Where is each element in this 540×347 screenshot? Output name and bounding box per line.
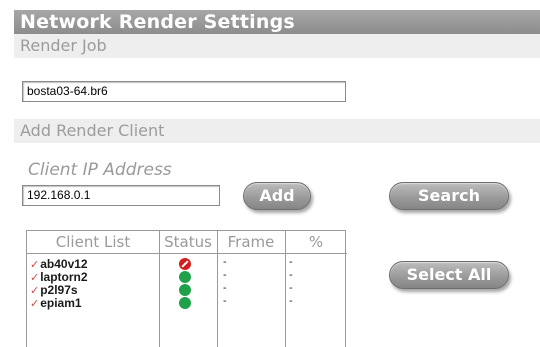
frame-cell: - (223, 256, 227, 268)
client-name: p2l97s (40, 283, 78, 297)
column-header-percent: % (308, 233, 324, 251)
status-error-icon (179, 258, 191, 270)
percent-cell: - (289, 295, 293, 307)
search-button[interactable]: Search (389, 182, 509, 210)
client-name: epiam1 (40, 296, 82, 310)
column-header-status: Status (164, 233, 212, 251)
client-list-table: Client List Status Frame % ✓ab40v12 - - … (26, 230, 347, 347)
percent-cell: - (289, 282, 293, 294)
checkmark-icon: ✓ (30, 298, 40, 310)
client-cell: ✓epiam1 (30, 297, 82, 311)
client-ip-label: Client IP Address (28, 160, 172, 180)
column-header-frame: Frame (227, 233, 275, 251)
client-name: laptorn2 (40, 270, 88, 284)
select-all-button[interactable]: Select All (389, 261, 509, 289)
add-render-client-section-header: Add Render Client (14, 119, 540, 143)
client-ip-input[interactable]: 192.168.0.1 (22, 185, 220, 206)
frame-cell: - (223, 269, 227, 281)
render-job-section-header: Render Job (14, 34, 540, 58)
frame-cell: - (223, 282, 227, 294)
checkmark-icon: ✓ (30, 272, 40, 284)
window-title: Network Render Settings (14, 10, 540, 34)
column-header-client-list: Client List (55, 233, 131, 251)
checkmark-icon: ✓ (30, 285, 40, 297)
add-button[interactable]: Add (243, 182, 311, 210)
status-ok-icon (179, 284, 191, 296)
status-ok-icon (179, 271, 191, 283)
table-row[interactable]: ✓epiam1 - - (27, 295, 347, 311)
header-divider (27, 253, 347, 254)
client-name: ab40v12 (40, 257, 88, 271)
percent-cell: - (289, 256, 293, 268)
checkmark-icon: ✓ (30, 259, 40, 271)
percent-cell: - (289, 269, 293, 281)
status-ok-icon (179, 297, 191, 309)
render-job-input[interactable]: bosta03-64.br6 (22, 81, 346, 102)
frame-cell: - (223, 295, 227, 307)
